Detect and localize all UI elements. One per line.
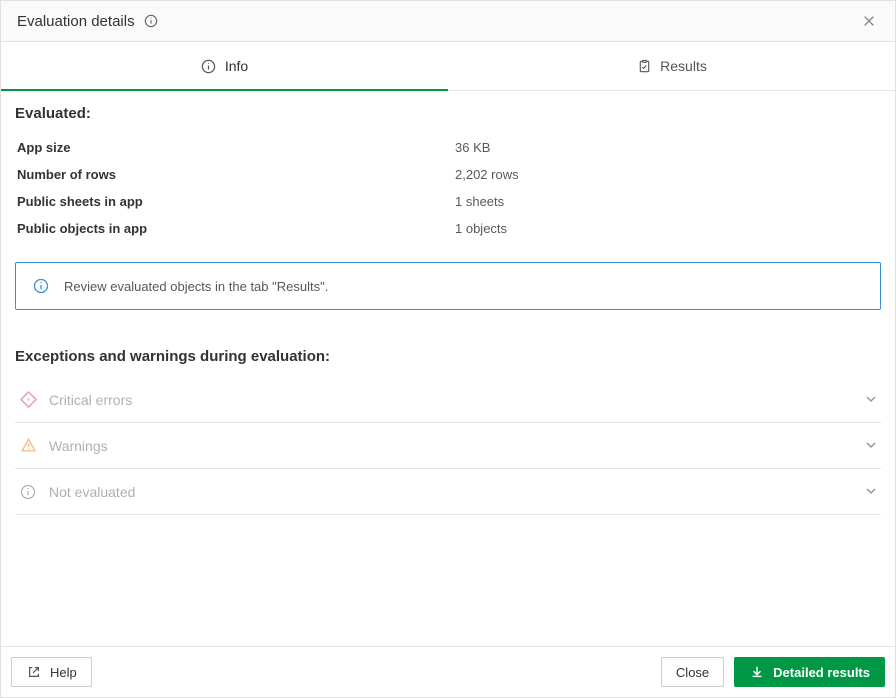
clipboard-check-icon — [636, 58, 652, 74]
footer-right: Close Detailed results — [661, 657, 885, 687]
dialog-title-wrap: Evaluation details — [17, 13, 159, 30]
stat-label: Public sheets in app — [15, 194, 455, 209]
stat-value: 2,202 rows — [455, 167, 519, 182]
help-button[interactable]: Help — [11, 657, 92, 687]
download-icon — [749, 664, 765, 680]
chevron-down-icon — [865, 438, 877, 454]
stat-row: Public objects in app 1 objects — [15, 215, 881, 242]
info-icon — [19, 483, 37, 501]
button-label: Detailed results — [773, 665, 870, 680]
stat-row: App size 36 KB — [15, 134, 881, 161]
button-label: Close — [676, 665, 709, 680]
accordion-warnings[interactable]: Warnings — [15, 423, 881, 469]
tab-label: Results — [660, 58, 707, 74]
dialog-title: Evaluation details — [17, 13, 135, 30]
tab-bar: Info Results — [1, 42, 895, 91]
accordion-not-evaluated[interactable]: Not evaluated — [15, 469, 881, 515]
exceptions-heading: Exceptions and warnings during evaluatio… — [15, 348, 881, 365]
tab-label: Info — [225, 58, 248, 74]
chevron-down-icon — [865, 392, 877, 408]
tab-info[interactable]: Info — [1, 42, 448, 90]
button-label: Help — [50, 665, 77, 680]
stat-label: Public objects in app — [15, 221, 455, 236]
stat-row: Number of rows 2,202 rows — [15, 161, 881, 188]
tab-results[interactable]: Results — [448, 42, 895, 90]
info-icon — [32, 277, 50, 295]
stat-value: 1 sheets — [455, 194, 504, 209]
stat-value: 36 KB — [455, 140, 490, 155]
info-banner-text: Review evaluated objects in the tab "Res… — [64, 279, 328, 294]
stat-label: Number of rows — [15, 167, 455, 182]
accordion-label: Critical errors — [49, 392, 853, 408]
accordion-label: Not evaluated — [49, 484, 853, 500]
exceptions-section: Exceptions and warnings during evaluatio… — [15, 348, 881, 515]
dialog-header: Evaluation details — [1, 1, 895, 42]
diamond-error-icon — [19, 391, 37, 409]
close-button[interactable]: Close — [661, 657, 724, 687]
accordion-label: Warnings — [49, 438, 853, 454]
info-icon[interactable] — [143, 13, 159, 29]
info-banner: Review evaluated objects in the tab "Res… — [15, 262, 881, 310]
dialog-footer: Help Close Detailed results — [1, 646, 895, 697]
stat-row: Public sheets in app 1 sheets — [15, 188, 881, 215]
stat-label: App size — [15, 140, 455, 155]
evaluation-details-dialog: Evaluation details Info — [0, 0, 896, 698]
close-icon[interactable] — [859, 11, 879, 31]
stat-value: 1 objects — [455, 221, 507, 236]
accordion-critical-errors[interactable]: Critical errors — [15, 377, 881, 423]
dialog-content: Evaluated: App size 36 KB Number of rows… — [1, 91, 895, 646]
detailed-results-button[interactable]: Detailed results — [734, 657, 885, 687]
info-icon — [201, 58, 217, 74]
triangle-warning-icon — [19, 437, 37, 455]
chevron-down-icon — [865, 484, 877, 500]
external-link-icon — [26, 664, 42, 680]
evaluated-heading: Evaluated: — [15, 105, 881, 122]
